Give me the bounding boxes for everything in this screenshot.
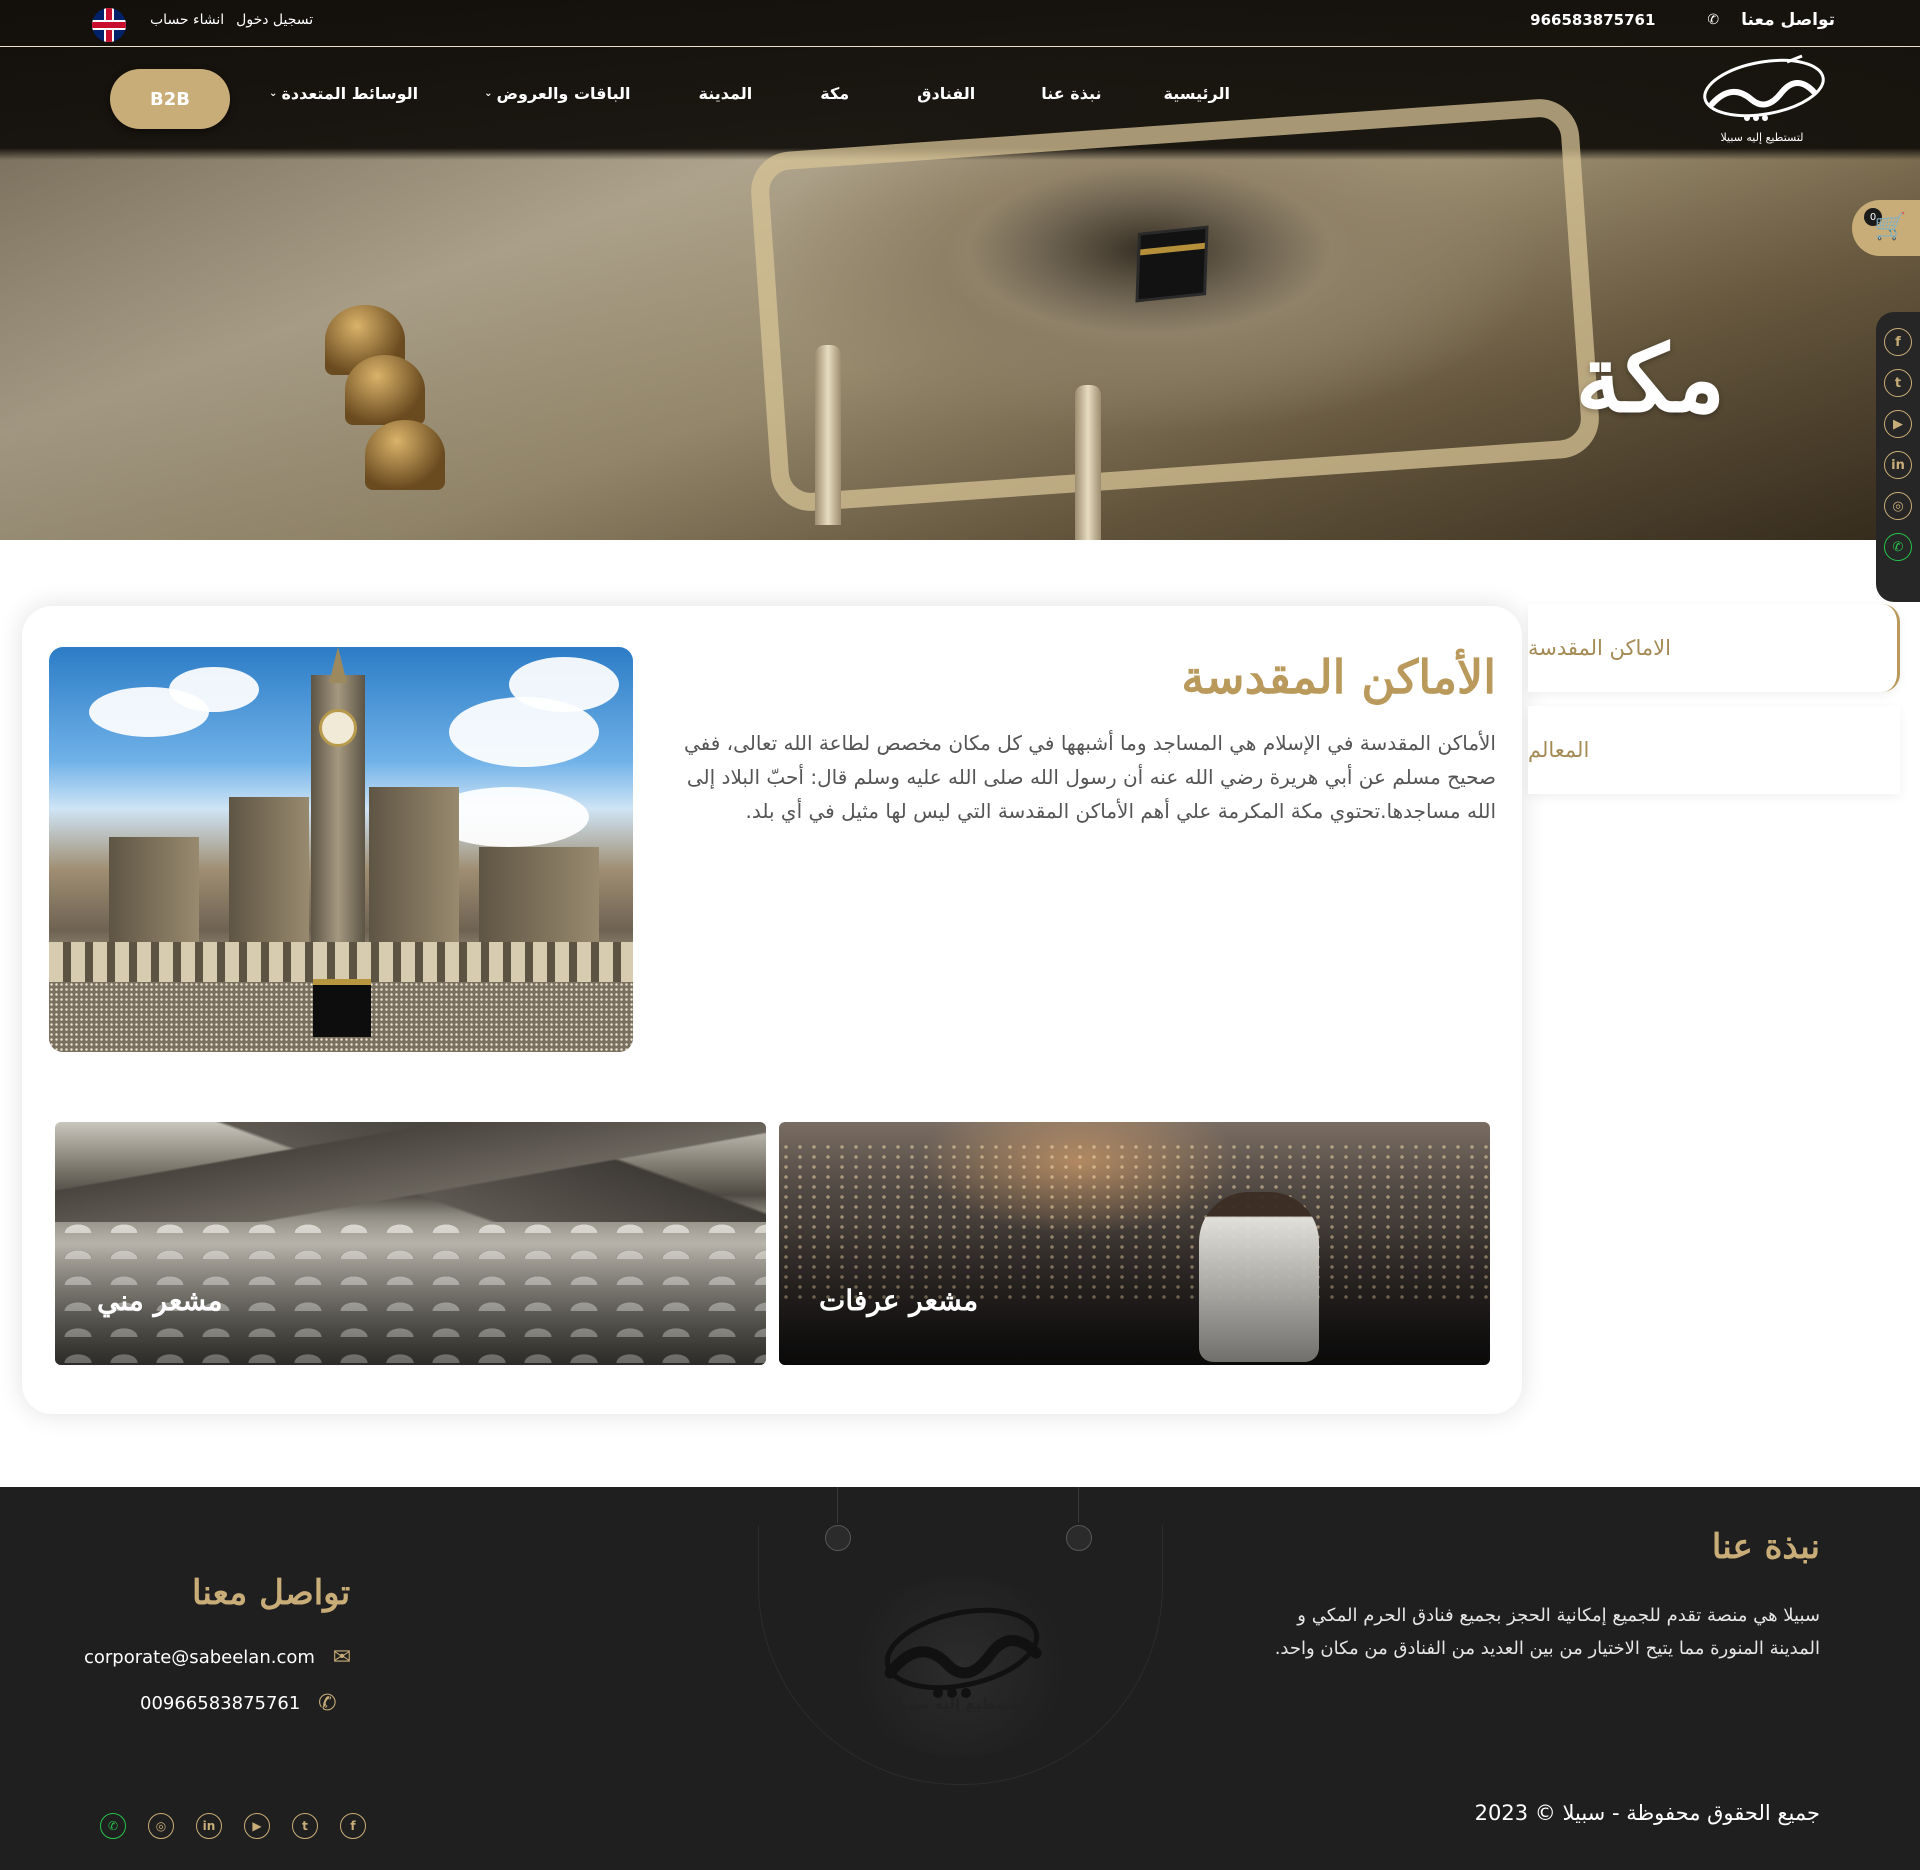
- mina-card[interactable]: مشعر مني: [55, 1122, 766, 1365]
- phone-icon: ✆: [1707, 12, 1720, 28]
- instagram-icon[interactable]: ◎: [148, 1813, 174, 1839]
- clock-face: [319, 709, 357, 747]
- linkedin-icon[interactable]: in: [196, 1813, 222, 1839]
- kaaba-image: [1138, 228, 1206, 300]
- register-link[interactable]: انشاء حساب: [150, 12, 224, 28]
- footer-phone-row: 00966583875761 ✆: [140, 1691, 340, 1716]
- nav-label: الوسائط المتعددة: [281, 84, 419, 103]
- footer-logo: لتستطيع إليه سبيلا: [840, 1577, 1080, 1757]
- top-contact: تواصل معنا ✆ 966583875761: [1530, 10, 1835, 30]
- twitter-icon[interactable]: t: [292, 1813, 318, 1839]
- nav-label: نبذة عنا: [1041, 84, 1102, 103]
- footer-social: ✆ ◎ in ▶ t f: [100, 1813, 366, 1839]
- youtube-icon[interactable]: ▶: [1884, 410, 1912, 438]
- nav-label: الرئيسية: [1163, 84, 1231, 103]
- whatsapp-icon[interactable]: ✆: [1884, 533, 1912, 561]
- building: [479, 847, 599, 957]
- twitter-icon[interactable]: t: [1884, 369, 1912, 397]
- nav-label: الفنادق: [917, 84, 976, 103]
- facebook-icon[interactable]: f: [1884, 328, 1912, 356]
- haram-courtyard: [748, 96, 1602, 514]
- nav-item-makkah[interactable]: مكة: [820, 84, 849, 103]
- nav-label: الباقات والعروض: [496, 84, 631, 103]
- footer: نبذة عنا سبيلا هي منصة تقدم للجميع إمكان…: [0, 1487, 1920, 1870]
- kaaba-image: [313, 979, 371, 1037]
- arafat-card[interactable]: مشعر عرفات: [779, 1122, 1490, 1365]
- nav-item-home[interactable]: الرئيسية: [1164, 84, 1231, 103]
- top-phone-number[interactable]: 966583875761: [1530, 11, 1655, 29]
- nav-label: مكة: [820, 84, 850, 103]
- footer-logo-tagline: لتستطيع إليه سبيلا: [890, 1695, 1030, 1713]
- nav-item-media[interactable]: الوسائط المتعددة ⌄: [269, 84, 418, 103]
- minaret: [1075, 385, 1101, 540]
- nav-item-hotels[interactable]: الفنادق: [917, 84, 975, 103]
- footer-phone[interactable]: 00966583875761: [140, 1693, 300, 1714]
- clock-tower-image: [49, 647, 633, 1052]
- side-tabs: الاماكن المقدسة المعالم: [1528, 604, 1900, 808]
- footer-about-title: نبذة عنا: [1711, 1527, 1820, 1567]
- hero-banner: تواصل معنا ✆ 966583875761 تسجيل دخول انش…: [0, 0, 1920, 540]
- facebook-icon[interactable]: f: [340, 1813, 366, 1839]
- footer-logo-mark: [884, 1607, 1042, 1698]
- section-description: الأماكن المقدسة في الإسلام هي المساجد وم…: [683, 731, 1496, 823]
- mina-label: مشعر مني: [97, 1284, 223, 1317]
- linkedin-icon[interactable]: in: [1884, 451, 1912, 479]
- logo-mark: [1703, 54, 1825, 121]
- cloud: [509, 657, 619, 712]
- copyright-text: جميع الحقوق محفوظة - سبيلا © 2023: [1474, 1801, 1820, 1825]
- main-nav: لتستطيع إليه سبيلا الرئيسية نبذة عنا الف…: [0, 48, 1920, 148]
- footer-email-row: corporate@sabeelan.com ✉: [84, 1645, 355, 1670]
- cloud: [169, 667, 259, 712]
- mail-icon: ✉: [332, 1645, 352, 1670]
- building: [109, 837, 199, 957]
- arafat-label: مشعر عرفات: [819, 1284, 979, 1317]
- tile-overlay: [55, 1122, 766, 1365]
- auth-links: تسجيل دخول انشاء حساب: [150, 12, 313, 28]
- footer-about-text: سبيلا هي منصة تقدم للجميع إمكانية الحجز …: [1274, 1605, 1820, 1659]
- nav-item-packages[interactable]: الباقات والعروض ⌄: [484, 84, 630, 103]
- building: [229, 797, 309, 957]
- nav-menu: الرئيسية نبذة عنا الفنادق مكة المدينة ال…: [269, 84, 1230, 103]
- instagram-icon[interactable]: ◎: [1884, 492, 1912, 520]
- page-title: مكة: [1575, 325, 1725, 433]
- logo-tagline: لتستطيع إليه سبيلا: [1720, 131, 1804, 144]
- decor-line: [837, 1487, 838, 1523]
- chevron-down-icon: ⌄: [269, 88, 278, 99]
- uk-flag-icon[interactable]: [92, 8, 126, 42]
- decor-line: [1078, 1487, 1079, 1523]
- login-link[interactable]: تسجيل دخول: [236, 12, 313, 28]
- floating-social-bar: f t ▶ in ◎ ✆: [1876, 312, 1920, 602]
- b2b-button[interactable]: B2B: [110, 69, 230, 129]
- cart-icon: 🛒: [1874, 212, 1907, 242]
- mosque-arcade: [49, 942, 633, 982]
- footer-contact-title: تواصل معنا: [192, 1573, 351, 1613]
- footer-email[interactable]: corporate@sabeelan.com: [84, 1647, 315, 1668]
- tab-landmarks[interactable]: المعالم: [1528, 706, 1900, 794]
- site-logo[interactable]: لتستطيع إليه سبيلا: [1692, 52, 1832, 144]
- decor-dot: [825, 1525, 851, 1551]
- dome: [365, 420, 445, 490]
- top-bar: تواصل معنا ✆ 966583875761 تسجيل دخول انش…: [0, 0, 1920, 47]
- chevron-down-icon: ⌄: [484, 88, 493, 99]
- tab-holy-places[interactable]: الاماكن المقدسة: [1528, 604, 1900, 692]
- dome: [345, 355, 425, 425]
- decor-dot: [1066, 1525, 1092, 1551]
- whatsapp-icon[interactable]: ✆: [100, 1813, 126, 1839]
- nav-item-about[interactable]: نبذة عنا: [1041, 84, 1101, 103]
- minaret: [815, 345, 841, 525]
- cart-button[interactable]: 0 🛒: [1852, 200, 1920, 256]
- tile-overlay: [779, 1122, 1490, 1365]
- nav-item-madinah[interactable]: المدينة: [699, 84, 753, 103]
- section-heading: الأماكن المقدسة: [1181, 650, 1496, 704]
- phone-icon: ✆: [318, 1691, 337, 1716]
- nav-label: المدينة: [698, 84, 753, 103]
- contact-us-link[interactable]: تواصل معنا: [1741, 10, 1835, 30]
- tower-spire: [329, 647, 347, 683]
- building: [369, 787, 459, 957]
- youtube-icon[interactable]: ▶: [244, 1813, 270, 1839]
